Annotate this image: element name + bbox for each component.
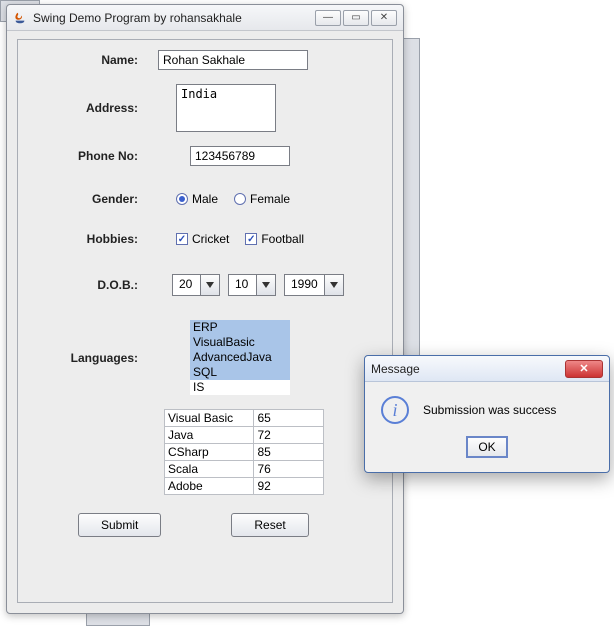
chevron-down-icon — [325, 275, 343, 295]
checkbox-icon: ✓ — [176, 233, 188, 245]
address-field[interactable] — [176, 84, 276, 132]
dialog-title: Message — [371, 362, 565, 376]
java-icon — [13, 11, 27, 25]
list-item[interactable]: IS — [190, 380, 290, 395]
list-item[interactable]: AdvancedJava — [190, 350, 290, 365]
main-window: Swing Demo Program by rohansakhale — ▭ ✕… — [6, 4, 404, 614]
label-dob: D.O.B.: — [18, 278, 158, 292]
reset-button[interactable]: Reset — [231, 513, 308, 537]
minimize-button[interactable]: — — [315, 10, 341, 26]
dialog-close-button[interactable]: ✕ — [565, 360, 603, 378]
maximize-button[interactable]: ▭ — [343, 10, 369, 26]
table-row: Adobe92 — [165, 478, 324, 494]
check-football-label: Football — [261, 232, 304, 246]
submit-button[interactable]: Submit — [78, 513, 161, 537]
label-gender: Gender: — [18, 192, 158, 206]
dob-day-value: 20 — [173, 275, 201, 295]
radio-male[interactable]: Male — [176, 192, 218, 206]
table-row: Java72 — [165, 427, 324, 444]
window-title: Swing Demo Program by rohansakhale — [33, 11, 315, 25]
table-row: Visual Basic65 — [165, 410, 324, 427]
languages-list[interactable]: ERP VisualBasic AdvancedJava SQL IS — [190, 320, 290, 395]
list-item[interactable]: VisualBasic — [190, 335, 290, 350]
titlebar: Swing Demo Program by rohansakhale — ▭ ✕ — [7, 5, 403, 31]
dialog-titlebar: Message ✕ — [365, 356, 609, 382]
dialog-ok-button[interactable]: OK — [466, 436, 507, 458]
phone-field[interactable] — [190, 146, 290, 166]
label-languages: Languages: — [18, 351, 158, 365]
dob-year-combo[interactable]: 1990 — [284, 274, 344, 296]
form-panel: Name: Address: Phone No: Gender: Male — [17, 39, 393, 603]
dob-year-value: 1990 — [285, 275, 325, 295]
scores-table[interactable]: Visual Basic65 Java72 CSharp85 Scala76 A… — [164, 409, 324, 495]
checkbox-icon: ✓ — [245, 233, 257, 245]
chevron-down-icon — [257, 275, 275, 295]
list-item[interactable]: ERP — [190, 320, 290, 335]
dob-month-combo[interactable]: 10 — [228, 274, 276, 296]
label-address: Address: — [18, 101, 158, 115]
radio-icon — [176, 193, 188, 205]
radio-female-label: Female — [250, 192, 290, 206]
radio-male-label: Male — [192, 192, 218, 206]
label-phone: Phone No: — [18, 149, 158, 163]
dialog-text: Submission was success — [423, 403, 556, 417]
radio-icon — [234, 193, 246, 205]
chevron-down-icon — [201, 275, 219, 295]
name-field[interactable] — [158, 50, 308, 70]
check-cricket[interactable]: ✓ Cricket — [176, 232, 229, 246]
message-dialog: Message ✕ i Submission was success OK — [364, 355, 610, 473]
check-football[interactable]: ✓ Football — [245, 232, 304, 246]
label-hobbies: Hobbies: — [18, 232, 158, 246]
info-icon: i — [381, 396, 409, 424]
label-name: Name: — [18, 53, 158, 67]
table-row: CSharp85 — [165, 444, 324, 461]
close-button[interactable]: ✕ — [371, 10, 397, 26]
check-cricket-label: Cricket — [192, 232, 229, 246]
dob-day-combo[interactable]: 20 — [172, 274, 220, 296]
dob-month-value: 10 — [229, 275, 257, 295]
list-item[interactable]: SQL — [190, 365, 290, 380]
radio-female[interactable]: Female — [234, 192, 290, 206]
table-row: Scala76 — [165, 461, 324, 478]
